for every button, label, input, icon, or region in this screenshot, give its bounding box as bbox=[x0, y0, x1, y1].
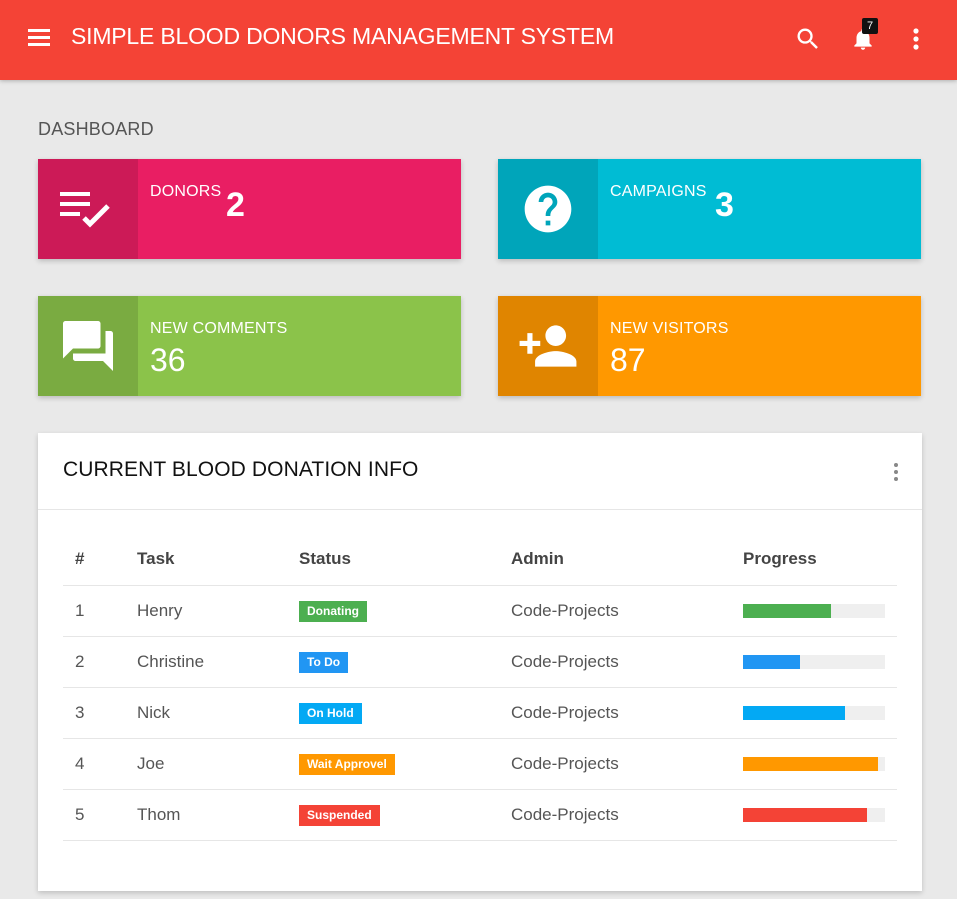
status-badge: Wait Approvel bbox=[299, 753, 395, 775]
progress-bar bbox=[743, 756, 885, 771]
playlist-check-icon bbox=[60, 192, 110, 228]
table-row[interactable]: 2 Christine To Do Code-Projects bbox=[63, 636, 897, 688]
row-admin: Code-Projects bbox=[499, 789, 731, 841]
status-badge: To Do bbox=[299, 651, 349, 673]
tile-value: 87 bbox=[610, 342, 646, 378]
progress-fill bbox=[743, 807, 867, 822]
new-comments-tile[interactable]: NEW COMMENTS 36 bbox=[38, 296, 461, 396]
table-row[interactable]: 3 Nick On Hold Code-Projects bbox=[63, 687, 897, 739]
tile-icon-box bbox=[38, 159, 138, 259]
row-progress-cell bbox=[731, 585, 897, 637]
notification-count-badge: 7 bbox=[862, 18, 878, 34]
status-badge: On Hold bbox=[299, 702, 362, 724]
progress-bar bbox=[743, 705, 885, 720]
progress-bar bbox=[743, 807, 885, 822]
card-title: CURRENT BLOOD DONATION INFO bbox=[63, 458, 419, 481]
donation-table: # Task Status Admin Progress 1 Henry Don… bbox=[63, 533, 897, 841]
donors-tile[interactable]: DONORS 2 bbox=[38, 159, 461, 259]
row-status-cell: Donating bbox=[287, 585, 499, 637]
tile-icon-box bbox=[38, 296, 138, 396]
row-progress-cell bbox=[731, 636, 897, 688]
progress-bar bbox=[743, 654, 885, 669]
column-header-number: # bbox=[63, 533, 125, 586]
card-header: CURRENT BLOOD DONATION INFO bbox=[38, 433, 922, 510]
new-visitors-tile[interactable]: NEW VISITORS 87 bbox=[498, 296, 921, 396]
tile-label: NEW VISITORS bbox=[610, 320, 729, 337]
table-header-row: # Task Status Admin Progress bbox=[63, 533, 897, 586]
tile-value: 2 bbox=[226, 186, 245, 224]
blood-donation-info-card: CURRENT BLOOD DONATION INFO # Task Statu… bbox=[38, 433, 922, 891]
table-row[interactable]: 1 Henry Donating Code-Projects bbox=[63, 585, 897, 637]
help-circle-icon bbox=[524, 185, 572, 233]
table-row[interactable]: 5 Thom Suspended Code-Projects bbox=[63, 789, 897, 841]
progress-fill bbox=[743, 654, 800, 669]
row-status-cell: Suspended bbox=[287, 789, 499, 841]
row-admin: Code-Projects bbox=[499, 687, 731, 739]
tile-label: NEW COMMENTS bbox=[150, 320, 288, 337]
forum-icon bbox=[63, 321, 113, 371]
row-number: 4 bbox=[63, 738, 125, 790]
row-status-cell: To Do bbox=[287, 636, 499, 688]
column-header-progress: Progress bbox=[731, 533, 897, 586]
row-progress-cell bbox=[731, 789, 897, 841]
status-badge: Donating bbox=[299, 600, 367, 622]
person-add-icon bbox=[519, 325, 577, 367]
row-task: Henry bbox=[125, 585, 287, 637]
card-more-vert-icon[interactable] bbox=[888, 461, 904, 483]
menu-icon[interactable] bbox=[26, 26, 54, 50]
row-task: Thom bbox=[125, 789, 287, 841]
tile-icon-box bbox=[498, 296, 598, 396]
row-admin: Code-Projects bbox=[499, 585, 731, 637]
column-header-status: Status bbox=[287, 533, 499, 586]
progress-fill bbox=[743, 603, 832, 618]
campaigns-tile[interactable]: CAMPAIGNS 3 bbox=[498, 159, 921, 259]
progress-fill bbox=[743, 756, 878, 771]
row-admin: Code-Projects bbox=[499, 738, 731, 790]
column-header-admin: Admin bbox=[499, 533, 731, 586]
tile-value: 36 bbox=[150, 342, 186, 378]
top-navbar: SIMPLE BLOOD DONORS MANAGEMENT SYSTEM 7 bbox=[0, 0, 957, 80]
row-task: Christine bbox=[125, 636, 287, 688]
row-task: Joe bbox=[125, 738, 287, 790]
search-icon[interactable] bbox=[794, 25, 822, 53]
tile-label: DONORS bbox=[150, 183, 222, 200]
row-status-cell: Wait Approvel bbox=[287, 738, 499, 790]
tile-label: CAMPAIGNS bbox=[610, 183, 707, 200]
more-vert-icon[interactable] bbox=[906, 26, 926, 52]
row-number: 2 bbox=[63, 636, 125, 688]
row-status-cell: On Hold bbox=[287, 687, 499, 739]
tile-value: 3 bbox=[715, 186, 734, 224]
status-badge: Suspended bbox=[299, 804, 380, 826]
row-number: 5 bbox=[63, 789, 125, 841]
column-header-task: Task bbox=[125, 533, 287, 586]
row-task: Nick bbox=[125, 687, 287, 739]
table-row[interactable]: 4 Joe Wait Approvel Code-Projects bbox=[63, 738, 897, 790]
row-admin: Code-Projects bbox=[499, 636, 731, 688]
tile-icon-box bbox=[498, 159, 598, 259]
row-progress-cell bbox=[731, 687, 897, 739]
row-progress-cell bbox=[731, 738, 897, 790]
progress-fill bbox=[743, 705, 846, 720]
row-number: 1 bbox=[63, 585, 125, 637]
page-title: DASHBOARD bbox=[38, 119, 154, 139]
row-number: 3 bbox=[63, 687, 125, 739]
progress-bar bbox=[743, 603, 885, 618]
app-title[interactable]: SIMPLE BLOOD DONORS MANAGEMENT SYSTEM bbox=[71, 22, 614, 50]
